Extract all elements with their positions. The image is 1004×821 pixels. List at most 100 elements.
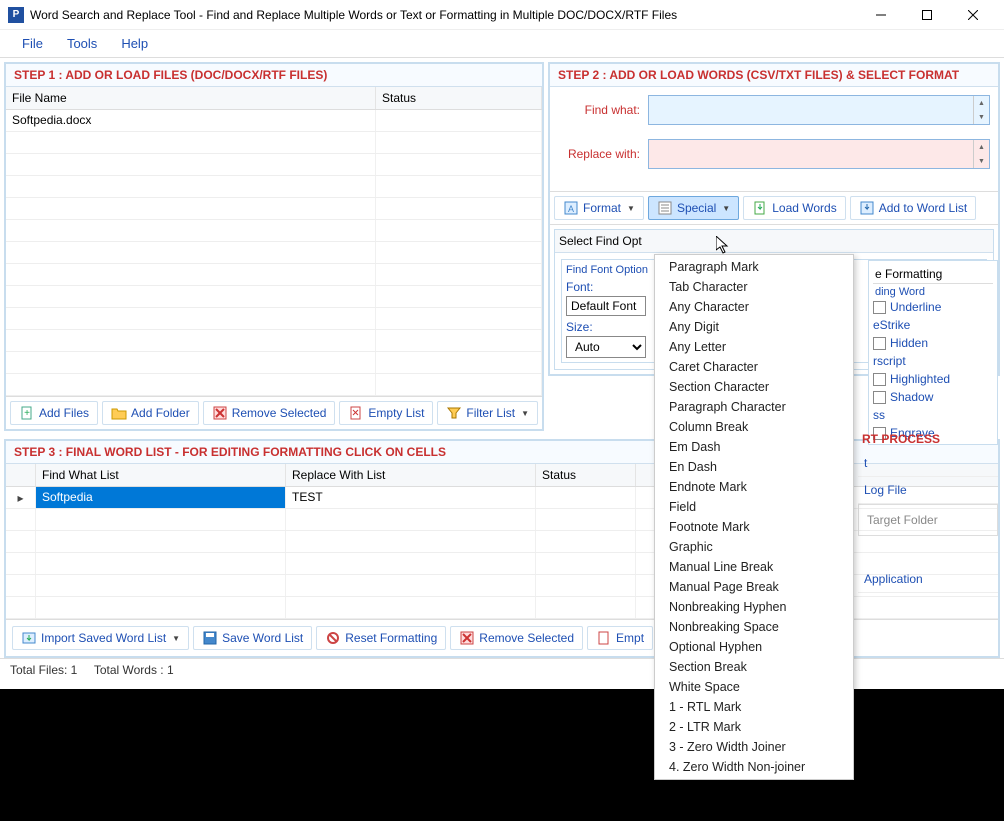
titlebar: P Word Search and Replace Tool - Find an… (0, 0, 1004, 30)
size-select[interactable]: Auto (566, 336, 646, 358)
add-files-button[interactable]: + Add Files (10, 401, 98, 425)
special-item[interactable]: 3 - Zero Width Joiner (655, 737, 853, 757)
save-word-list-button[interactable]: Save Word List (193, 626, 312, 650)
svg-text:A: A (568, 204, 574, 214)
find-cell[interactable]: Softpedia (36, 487, 286, 508)
col-replace-with[interactable]: Replace With List (286, 464, 536, 486)
special-item[interactable]: Field (655, 497, 853, 517)
menu-file[interactable]: File (10, 32, 55, 55)
dropdown-arrow-icon: ▼ (722, 204, 730, 213)
menu-tools[interactable]: Tools (55, 32, 109, 55)
special-item[interactable]: Optional Hyphen (655, 637, 853, 657)
step1-header: STEP 1 : ADD OR LOAD FILES (DOC/DOCX/RTF… (6, 64, 542, 87)
special-item[interactable]: Graphic (655, 537, 853, 557)
application-button[interactable]: Application (858, 566, 998, 593)
empty-icon (348, 405, 364, 421)
window-title: Word Search and Replace Tool - Find and … (30, 8, 858, 22)
replace-spinner[interactable]: ▲▼ (973, 140, 989, 168)
menubar: File Tools Help (0, 30, 1004, 58)
special-item[interactable]: Paragraph Mark (655, 257, 853, 277)
process-header: RT PROCESS (858, 428, 998, 450)
replace-cell[interactable]: TEST (286, 487, 536, 508)
close-button[interactable] (950, 0, 996, 30)
special-item[interactable]: En Dash (655, 457, 853, 477)
special-item[interactable]: Section Break (655, 657, 853, 677)
remove-selected-button-2[interactable]: Remove Selected (450, 626, 583, 650)
load-icon (752, 200, 768, 216)
special-item[interactable]: Em Dash (655, 437, 853, 457)
special-item[interactable]: Endnote Mark (655, 477, 853, 497)
special-item[interactable]: Manual Page Break (655, 577, 853, 597)
folder-icon (111, 405, 127, 421)
format-button[interactable]: A Format ▼ (554, 196, 644, 220)
special-item[interactable]: Any Digit (655, 317, 853, 337)
add-to-word-list-button[interactable]: Add to Word List (850, 196, 977, 220)
log-file-button[interactable]: Log File (858, 477, 998, 504)
special-item[interactable]: Nonbreaking Space (655, 617, 853, 637)
filter-list-button[interactable]: Filter List ▼ (437, 401, 538, 425)
col-status[interactable]: Status (376, 87, 542, 109)
load-words-button[interactable]: Load Words (743, 196, 845, 220)
special-item[interactable]: Section Character (655, 377, 853, 397)
target-folder-input[interactable]: Target Folder (858, 504, 998, 536)
import-word-list-button[interactable]: Import Saved Word List ▼ (12, 626, 189, 650)
special-item[interactable]: 1 - RTL Mark (655, 697, 853, 717)
special-item[interactable]: Tab Character (655, 277, 853, 297)
col-find-what[interactable]: Find What List (36, 464, 286, 486)
step2-toolbar: A Format ▼ Special ▼ Load Words Add to W… (550, 191, 998, 225)
formatting-subheader: ding Word (873, 284, 993, 300)
row-indicator-icon: ▸ (6, 487, 36, 508)
special-item[interactable]: Footnote Mark (655, 517, 853, 537)
special-item[interactable]: Any Letter (655, 337, 853, 357)
menu-help[interactable]: Help (109, 32, 160, 55)
find-what-label: Find what: (558, 103, 648, 117)
empty-list-button-2[interactable]: Empt (587, 626, 653, 650)
special-item[interactable]: Paragraph Character (655, 397, 853, 417)
special-button[interactable]: Special ▼ (648, 196, 739, 220)
maximize-button[interactable] (904, 0, 950, 30)
process-panel: RT PROCESS t Log File Target Folder Appl… (858, 428, 998, 593)
filter-icon (446, 405, 462, 421)
special-item[interactable]: Nonbreaking Hyphen (655, 597, 853, 617)
special-item[interactable]: White Space (655, 677, 853, 697)
step1-grid-header: File Name Status (6, 87, 542, 110)
special-item[interactable]: 2 - LTR Mark (655, 717, 853, 737)
font-input[interactable] (566, 296, 646, 316)
find-spinner[interactable]: ▲▼ (973, 96, 989, 124)
special-item[interactable]: Any Character (655, 297, 853, 317)
add-file-icon: + (19, 405, 35, 421)
save-icon (202, 630, 218, 646)
add-folder-button[interactable]: Add Folder (102, 401, 199, 425)
shadow-checkbox[interactable]: Shadow (873, 390, 993, 404)
empty-icon (596, 630, 612, 646)
add-list-icon (859, 200, 875, 216)
find-what-input[interactable]: ▲▼ (648, 95, 990, 125)
replace-with-label: Replace with: (558, 147, 648, 161)
col-status[interactable]: Status (536, 464, 636, 486)
replace-with-input[interactable]: ▲▼ (648, 139, 990, 169)
reset-formatting-button[interactable]: Reset Formatting (316, 626, 446, 650)
total-files: Total Files: 1 (10, 663, 77, 677)
svg-text:+: + (24, 408, 30, 419)
reset-icon (325, 630, 341, 646)
underline-checkbox[interactable]: Underline (873, 300, 993, 314)
remove-selected-button[interactable]: Remove Selected (203, 401, 336, 425)
minimize-button[interactable] (858, 0, 904, 30)
process-button[interactable]: t (858, 450, 998, 477)
empty-list-button[interactable]: Empty List (339, 401, 433, 425)
special-dropdown-menu: Paragraph Mark Tab Character Any Charact… (654, 254, 854, 780)
special-item[interactable]: 4. Zero Width Non-joiner (655, 757, 853, 777)
col-filename[interactable]: File Name (6, 87, 376, 109)
formatting-header: e Formatting (873, 265, 993, 284)
hidden-checkbox[interactable]: Hidden (873, 336, 993, 350)
file-row[interactable]: Softpedia.docx (6, 110, 542, 132)
special-item[interactable]: Column Break (655, 417, 853, 437)
formatting-panel: e Formatting ding Word Underline eStrike… (868, 260, 998, 445)
app-icon: P (8, 7, 24, 23)
special-item[interactable]: Caret Character (655, 357, 853, 377)
dropdown-arrow-icon: ▼ (172, 634, 180, 643)
file-cell: Softpedia.docx (6, 110, 376, 131)
highlighted-checkbox[interactable]: Highlighted (873, 372, 993, 386)
special-item[interactable]: Manual Line Break (655, 557, 853, 577)
status-cell (536, 487, 636, 508)
